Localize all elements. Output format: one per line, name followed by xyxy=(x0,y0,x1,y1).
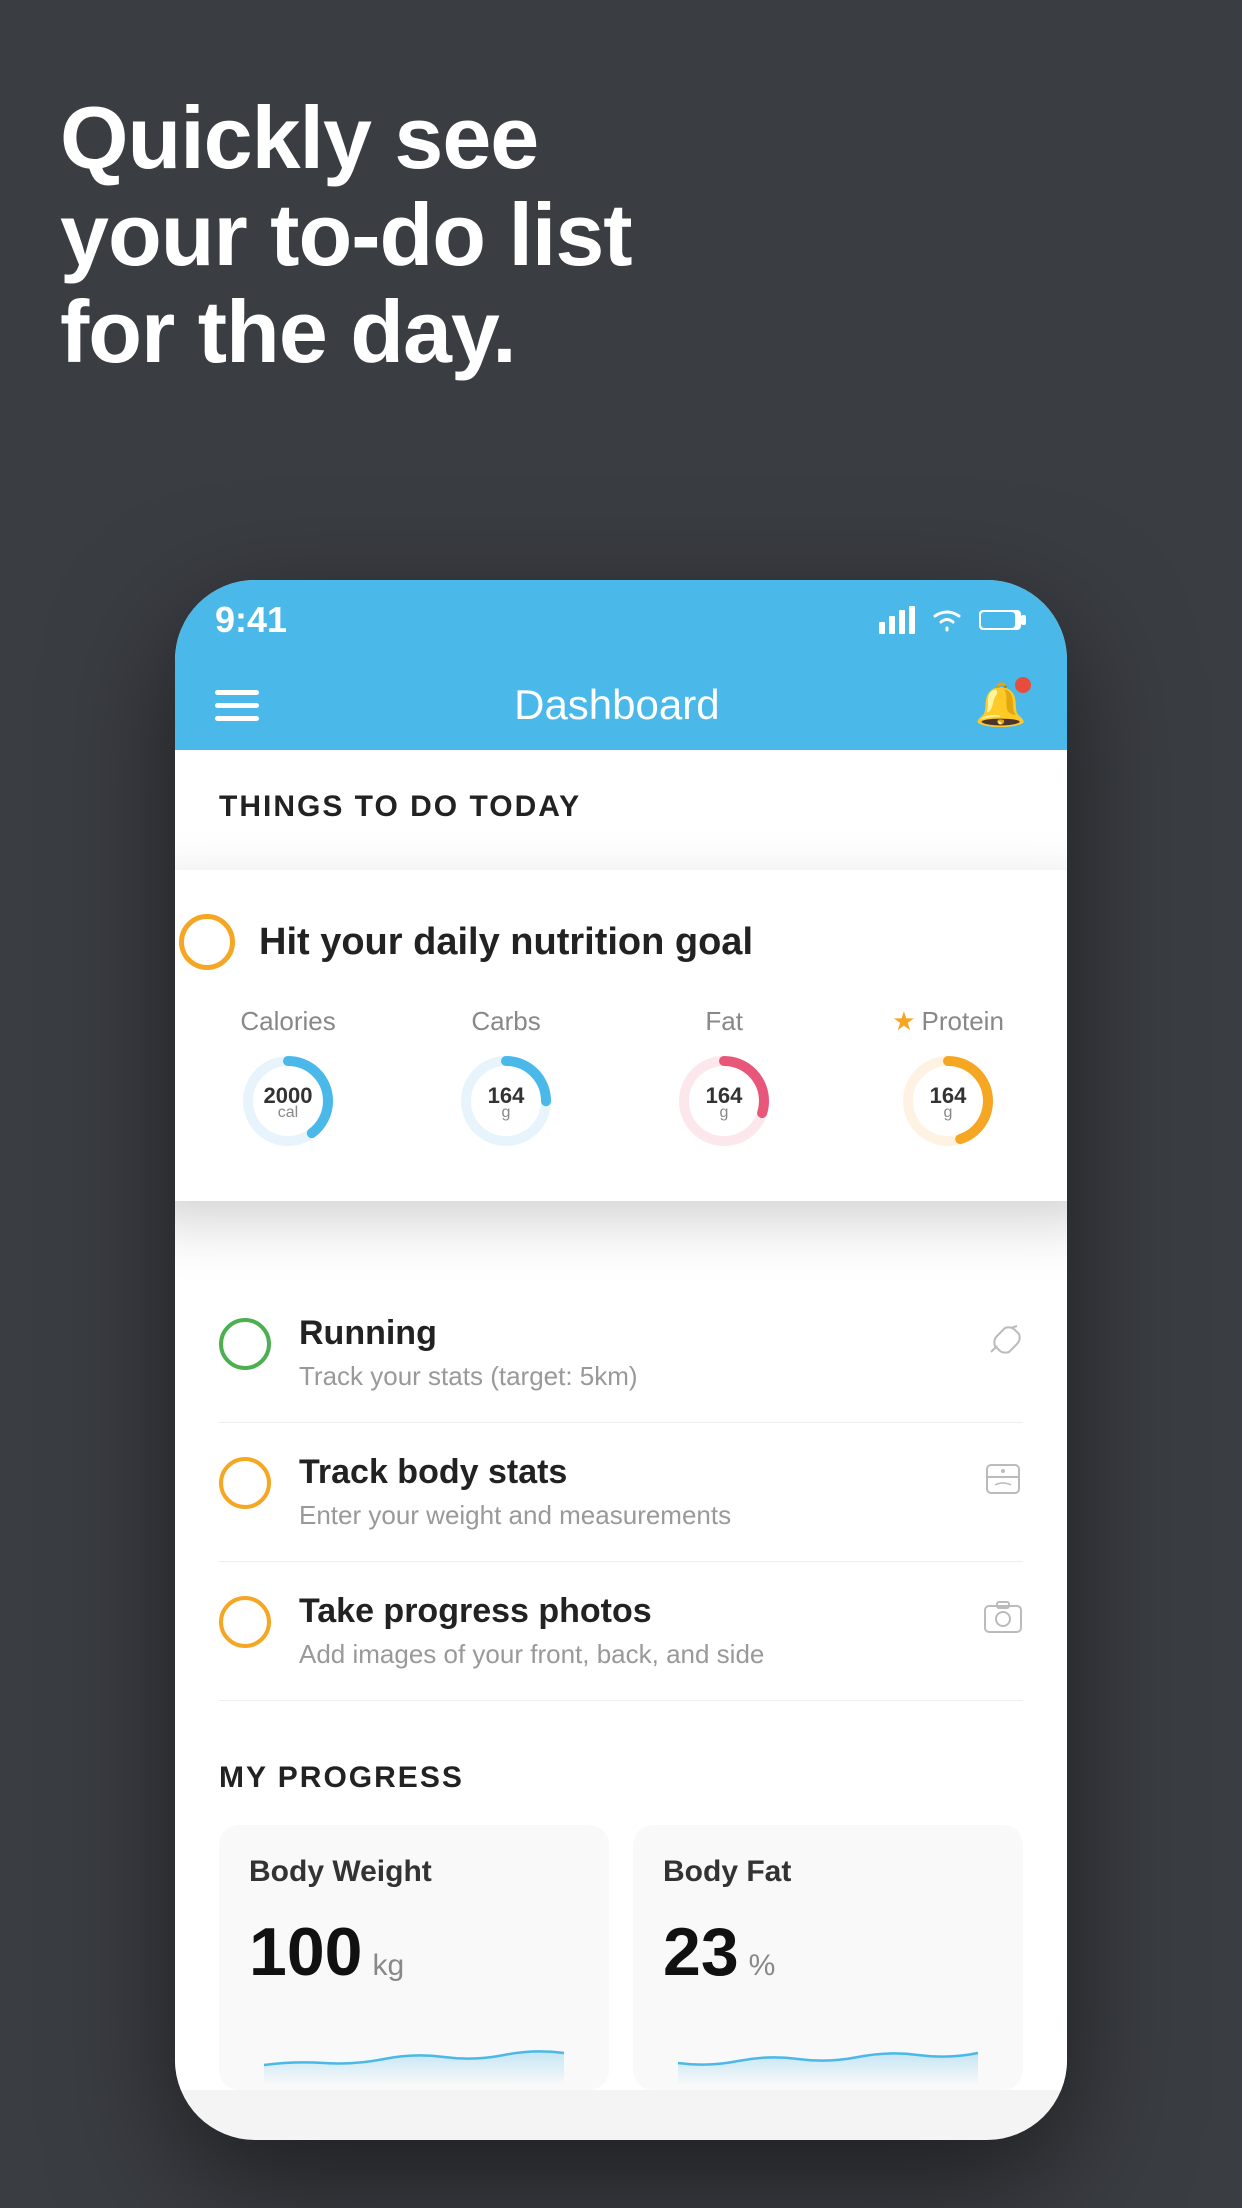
macro-calories: Calories 2000 cal xyxy=(238,1006,338,1151)
protein-donut: 164 g xyxy=(898,1051,998,1151)
macro-fat: Fat 164 g xyxy=(674,1006,774,1151)
photos-check-circle xyxy=(219,1596,271,1648)
phone-shell: 9:41 D xyxy=(175,580,1067,2140)
todo-item-running[interactable]: Running Track your stats (target: 5km) xyxy=(219,1284,1023,1423)
nutrition-check-circle xyxy=(179,914,235,970)
todo-list: Running Track your stats (target: 5km) T… xyxy=(175,1284,1067,1701)
photos-text: Take progress photos Add images of your … xyxy=(299,1592,955,1670)
body-weight-title: Body Weight xyxy=(249,1855,579,1889)
running-icon xyxy=(983,1322,1023,1367)
progress-cards: Body Weight 100 kg xyxy=(219,1825,1023,2090)
macros-row: Calories 2000 cal Carbs 164 g xyxy=(179,1006,1063,1151)
bodystats-text: Track body stats Enter your weight and m… xyxy=(299,1453,955,1531)
bodystats-check-circle xyxy=(219,1457,271,1509)
calories-donut: 2000 cal xyxy=(238,1051,338,1151)
body-fat-card: Body Fat 23 % xyxy=(633,1825,1023,2090)
running-subtitle: Track your stats (target: 5km) xyxy=(299,1361,955,1392)
headline: Quickly see your to-do list for the day. xyxy=(60,90,632,380)
hamburger-menu[interactable] xyxy=(215,690,259,721)
bodystats-title: Track body stats xyxy=(299,1453,955,1492)
content-area: THINGS TO DO TODAY Hit your daily nutrit… xyxy=(175,750,1067,2090)
photos-subtitle: Add images of your front, back, and side xyxy=(299,1639,955,1670)
todo-item-body-stats[interactable]: Track body stats Enter your weight and m… xyxy=(219,1423,1023,1562)
star-icon: ★ xyxy=(892,1006,915,1037)
svg-text:g: g xyxy=(720,1104,729,1121)
scale-icon xyxy=(983,1461,1023,1506)
macro-carbs-label: Carbs xyxy=(471,1006,540,1037)
progress-section: MY PROGRESS Body Weight 100 kg xyxy=(175,1761,1067,2090)
things-to-do-header: THINGS TO DO TODAY xyxy=(175,750,1067,844)
todo-item-photos[interactable]: Take progress photos Add images of your … xyxy=(219,1562,1023,1701)
wifi-icon xyxy=(929,606,965,634)
running-check-circle xyxy=(219,1318,271,1370)
macro-protein-label: ★Protein xyxy=(892,1006,1004,1037)
bodystats-subtitle: Enter your weight and measurements xyxy=(299,1500,955,1531)
running-text: Running Track your stats (target: 5km) xyxy=(299,1314,955,1392)
macro-carbs: Carbs 164 g xyxy=(456,1006,556,1151)
notification-bell[interactable]: 🔔 xyxy=(975,681,1027,730)
battery-icon xyxy=(979,606,1027,634)
body-weight-value: 100 xyxy=(249,1913,362,1991)
nutrition-card: Hit your daily nutrition goal Calories 2… xyxy=(175,870,1067,1201)
photo-icon xyxy=(983,1600,1023,1645)
nav-title: Dashboard xyxy=(514,681,719,729)
running-title: Running xyxy=(299,1314,955,1353)
macro-protein: ★Protein 164 g xyxy=(892,1006,1004,1151)
status-icons xyxy=(879,606,1027,634)
notification-dot xyxy=(1015,677,1031,693)
body-weight-chart xyxy=(249,2025,579,2085)
body-fat-value: 23 xyxy=(663,1913,739,1991)
body-weight-unit: kg xyxy=(372,1949,404,1983)
svg-text:g: g xyxy=(502,1104,511,1121)
svg-text:g: g xyxy=(944,1104,953,1121)
macro-fat-label: Fat xyxy=(705,1006,743,1037)
photos-title: Take progress photos xyxy=(299,1592,955,1631)
fat-donut: 164 g xyxy=(674,1051,774,1151)
status-bar: 9:41 xyxy=(175,580,1067,660)
macro-calories-label: Calories xyxy=(240,1006,335,1037)
body-fat-unit: % xyxy=(749,1949,776,1983)
body-fat-chart xyxy=(663,2025,993,2085)
status-time: 9:41 xyxy=(215,599,287,641)
body-fat-title: Body Fat xyxy=(663,1855,993,1889)
progress-header: MY PROGRESS xyxy=(219,1761,1023,1795)
nav-bar: Dashboard 🔔 xyxy=(175,660,1067,750)
svg-text:cal: cal xyxy=(278,1104,298,1121)
body-weight-card: Body Weight 100 kg xyxy=(219,1825,609,2090)
signal-icon xyxy=(879,606,915,634)
carbs-donut: 164 g xyxy=(456,1051,556,1151)
nutrition-card-title: Hit your daily nutrition goal xyxy=(259,921,753,964)
